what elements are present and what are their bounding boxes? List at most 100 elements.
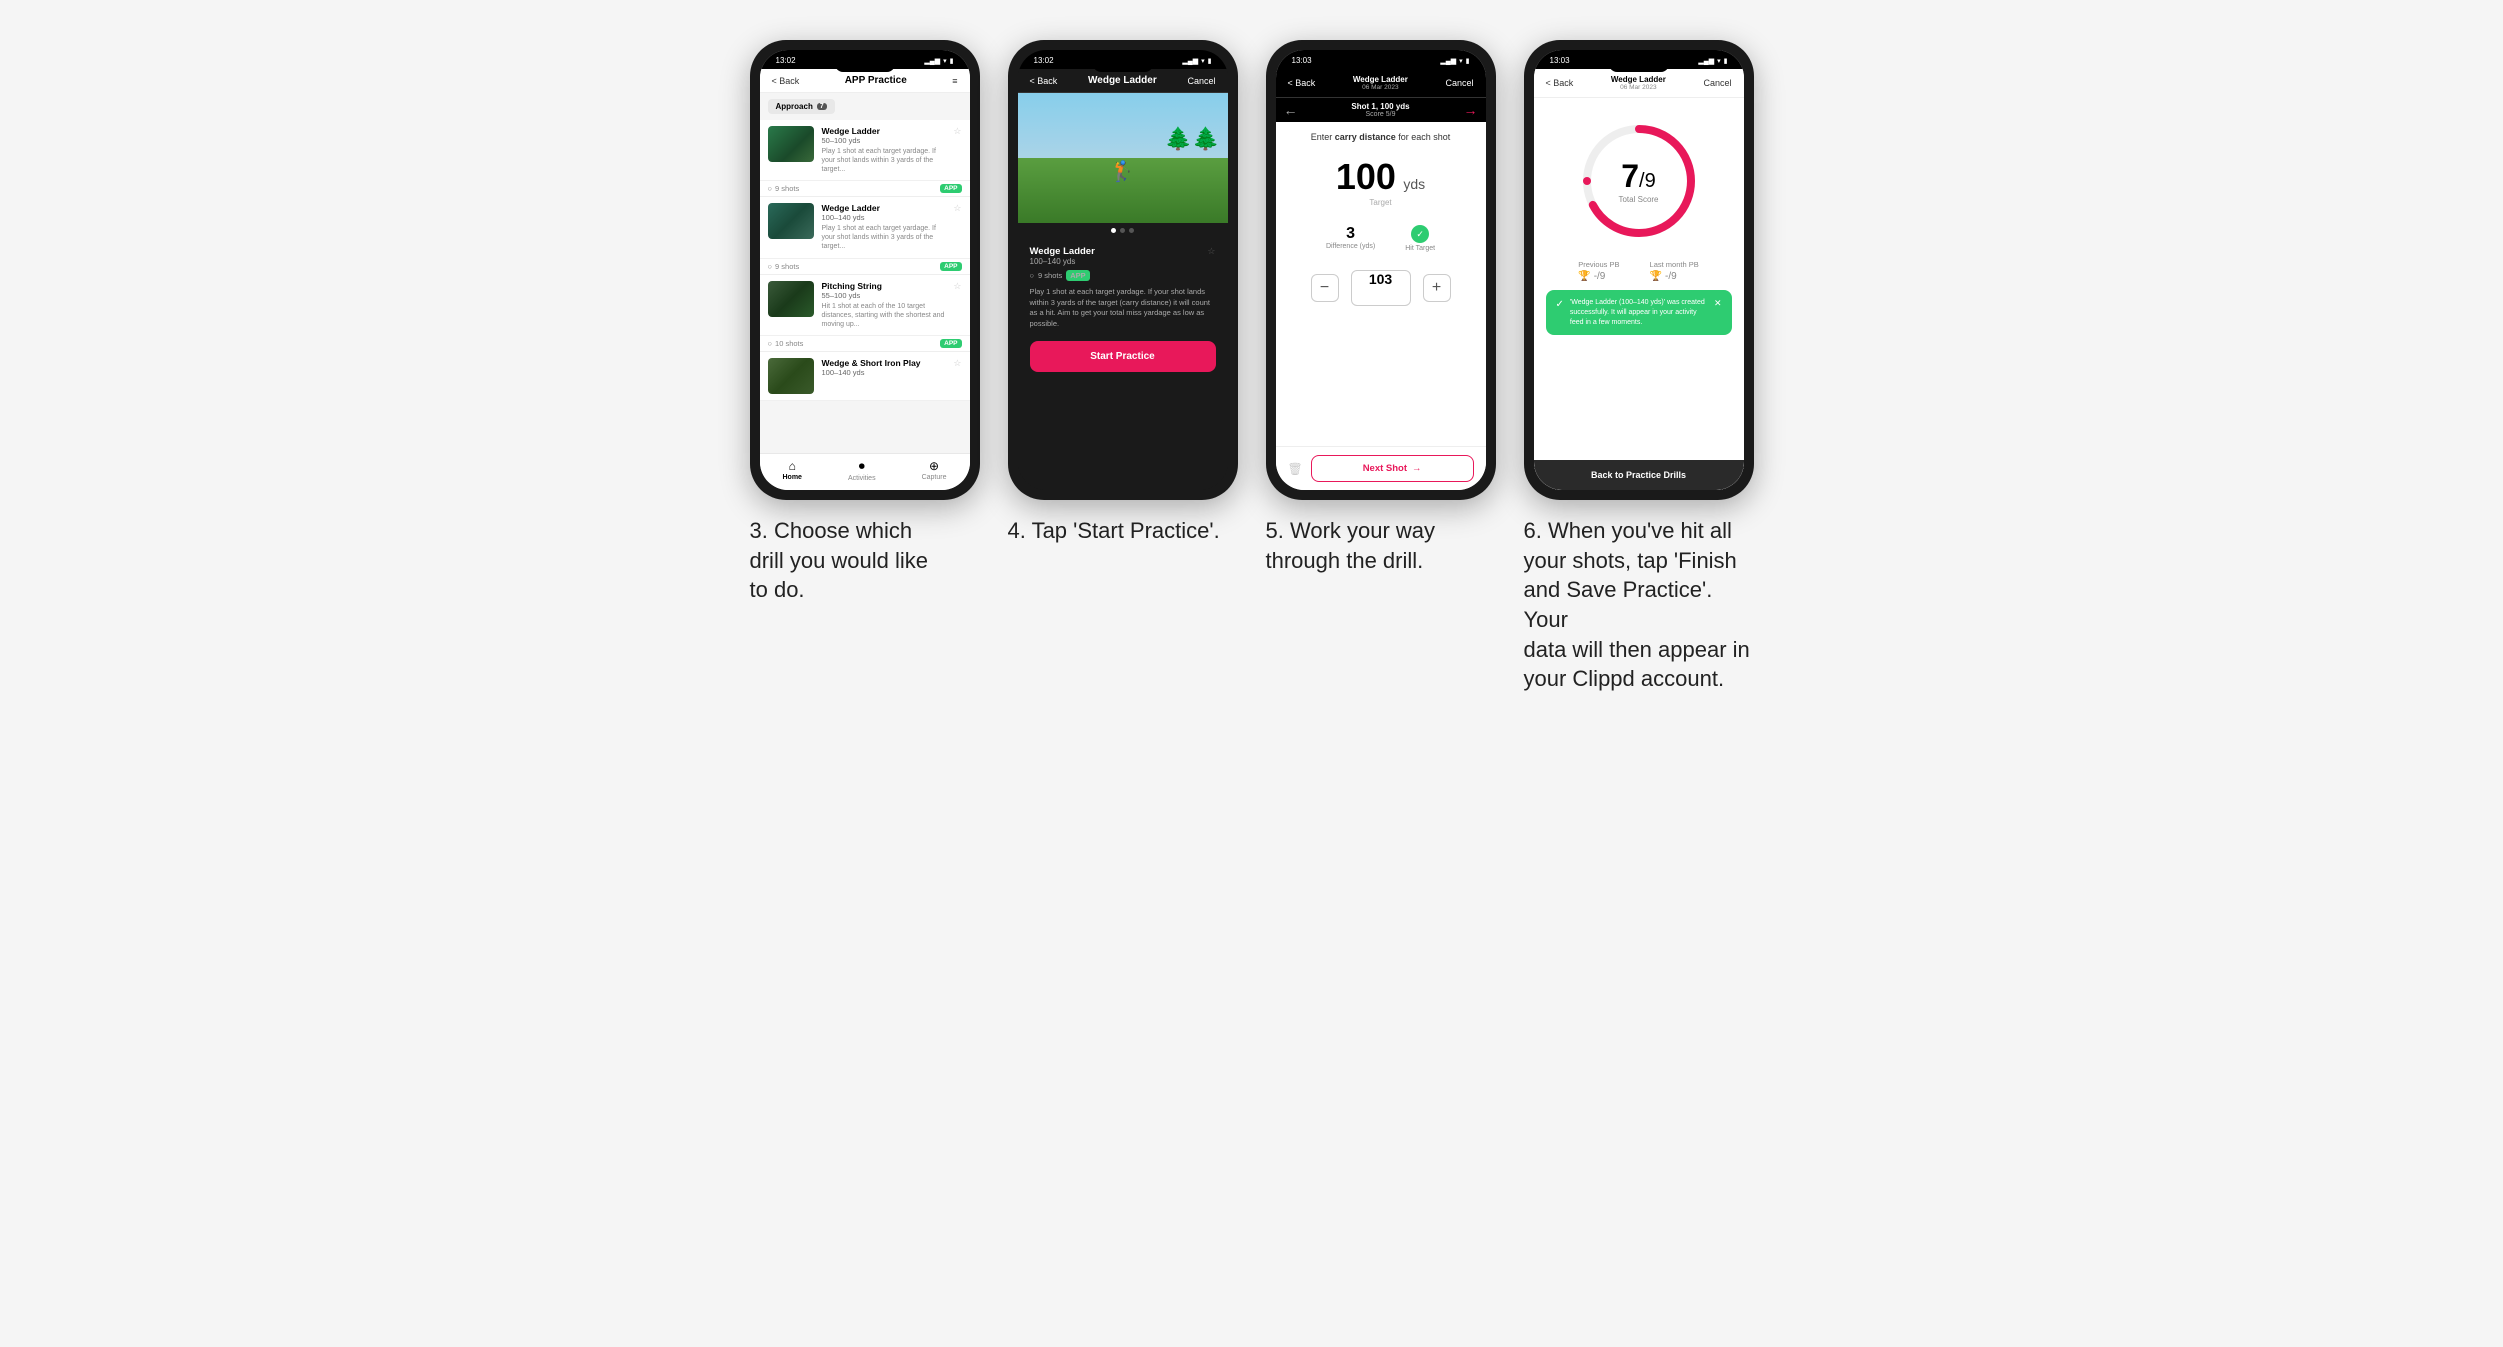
app-badge-detail: APP xyxy=(1066,270,1089,281)
drill-item-1[interactable]: Wedge Ladder 50–100 yds Play 1 shot at e… xyxy=(760,120,970,181)
phone-column-3: 13:03 ▂▄▆ ▾ ▮ < Back Wedge Ladder 06 Mar… xyxy=(1266,40,1496,575)
drill-item-4[interactable]: Wedge & Short Iron Play 100–140 yds ☆ xyxy=(760,352,970,401)
last-month-pb-value: -/9 xyxy=(1665,271,1677,282)
carry-instruction: Enter carry distance for each shot xyxy=(1276,122,1486,146)
nav-title-3-container: Wedge Ladder 06 Mar 2023 xyxy=(1353,75,1408,91)
image-dots xyxy=(1018,223,1228,238)
check-icon-toast: ✓ xyxy=(1556,299,1564,310)
start-practice-button[interactable]: Start Practice xyxy=(1030,341,1216,372)
detail-drill-range: 100–140 yds xyxy=(1030,257,1095,266)
caption-1: 3. Choose which drill you would like to … xyxy=(750,516,980,605)
caption-2: 4. Tap 'Start Practice'. xyxy=(1008,516,1238,546)
clock-icon-3: ○ xyxy=(768,339,773,348)
drill-item-3[interactable]: Pitching String 55–100 yds Hit 1 shot at… xyxy=(760,275,970,336)
home-icon: ⌂ xyxy=(789,459,796,473)
total-score-label: Total Score xyxy=(1618,195,1658,204)
star-icon-detail[interactable]: ☆ xyxy=(1207,246,1215,257)
detail-drill-name: Wedge Ladder xyxy=(1030,246,1095,257)
app-badge-3: APP xyxy=(940,339,961,348)
cancel-button-4[interactable]: Cancel xyxy=(1703,78,1731,88)
tab-home-label: Home xyxy=(783,474,802,481)
drill-range-2: 100–140 yds xyxy=(822,213,946,222)
increment-button[interactable]: + xyxy=(1423,274,1451,302)
drill-desc-3: Hit 1 shot at each of the 10 target dist… xyxy=(822,302,946,329)
delete-icon[interactable]: 🗑 xyxy=(1288,462,1303,476)
nav-bar-3: < Back Wedge Ladder 06 Mar 2023 Cancel xyxy=(1276,69,1486,98)
wifi-icon-4: ▾ xyxy=(1717,57,1721,65)
drill-thumb-3 xyxy=(768,281,814,317)
nav-title-2: Wedge Ladder xyxy=(1088,75,1157,86)
wifi-icon-2: ▾ xyxy=(1201,57,1205,65)
status-icons-3: ▂▄▆ ▾ ▮ xyxy=(1440,57,1469,65)
decrement-button[interactable]: − xyxy=(1311,274,1339,302)
phone-column-4: 13:03 ▂▄▆ ▾ ▮ < Back Wedge Ladder 06 Mar… xyxy=(1524,40,1754,694)
tab-activities[interactable]: ⏺ Activities xyxy=(848,459,876,482)
prev-pb-value: -/9 xyxy=(1594,271,1606,282)
next-shot-arrow: → xyxy=(1412,463,1422,474)
shots-count-3: 10 shots xyxy=(775,339,803,348)
nav-menu-1[interactable]: ≡ xyxy=(952,76,957,86)
next-arrow[interactable]: → xyxy=(1464,102,1478,118)
notch-3 xyxy=(1351,60,1411,72)
drill-info-2: Wedge Ladder 100–140 yds Play 1 shot at … xyxy=(822,203,946,251)
nav-title-4-container: Wedge Ladder 06 Mar 2023 xyxy=(1611,75,1666,91)
difference-label: Difference (yds) xyxy=(1326,243,1375,250)
caption-3: 5. Work your way through the drill. xyxy=(1266,516,1496,575)
shot-header: ← Shot 1, 100 yds Score 5/9 → xyxy=(1276,98,1486,122)
notch-2 xyxy=(1093,60,1153,72)
next-shot-button[interactable]: Next Shot → xyxy=(1311,455,1474,482)
last-month-pb-value-row: 🏆 -/9 xyxy=(1650,271,1699,282)
detail-description: Play 1 shot at each target yardage. If y… xyxy=(1030,287,1216,329)
back-button-1[interactable]: < Back xyxy=(772,76,800,86)
clock-icon-2: ○ xyxy=(768,262,773,271)
back-to-drills-button[interactable]: Back to Practice Drills xyxy=(1534,460,1744,490)
drill-footer-3: ○ 10 shots APP xyxy=(760,336,970,352)
signal-icon-2: ▂▄▆ xyxy=(1182,57,1198,65)
toast-message: 'Wedge Ladder (100–140 yds)' was created… xyxy=(1570,298,1708,327)
toast-close-button[interactable]: ✕ xyxy=(1714,298,1722,309)
dot-3 xyxy=(1129,228,1134,233)
star-icon-4[interactable]: ☆ xyxy=(953,358,961,369)
target-yds: 100 xyxy=(1336,156,1396,197)
success-toast: ✓ 'Wedge Ladder (100–140 yds)' was creat… xyxy=(1546,290,1732,335)
time-3: 13:03 xyxy=(1292,56,1312,65)
star-icon-3[interactable]: ☆ xyxy=(953,281,961,292)
star-icon-1[interactable]: ☆ xyxy=(953,126,961,137)
pb-row: Previous PB 🏆 -/9 Last month PB 🏆 xyxy=(1546,260,1732,282)
back-button-4[interactable]: < Back xyxy=(1546,78,1574,88)
battery-icon-4: ▮ xyxy=(1724,57,1728,65)
distance-input[interactable]: 103 xyxy=(1351,270,1411,306)
phone-1: 13:02 ▂▄▆ ▾ ▮ < Back APP Practice ≡ xyxy=(750,40,980,500)
back-button-3[interactable]: < Back xyxy=(1288,78,1316,88)
golf-course-image: 🏌️ 🌲🌲 xyxy=(1018,93,1228,223)
notch-1 xyxy=(835,60,895,72)
detail-name-range: Wedge Ladder 100–140 yds xyxy=(1030,246,1095,266)
category-label-1: Approach xyxy=(776,102,813,111)
app-badge-2: APP xyxy=(940,262,961,271)
hit-target-label: Hit Target xyxy=(1405,245,1435,252)
drill-desc-2: Play 1 shot at each target yardage. If y… xyxy=(822,224,946,251)
drill-item-2[interactable]: Wedge Ladder 100–140 yds Play 1 shot at … xyxy=(760,197,970,258)
input-row: − 103 + xyxy=(1276,270,1486,306)
tab-capture[interactable]: ⊕ Capture xyxy=(922,459,947,482)
time-4: 13:03 xyxy=(1550,56,1570,65)
back-button-2[interactable]: < Back xyxy=(1030,76,1058,86)
cancel-button-2[interactable]: Cancel xyxy=(1187,76,1215,86)
nav-title-4-line1: Wedge Ladder xyxy=(1611,75,1666,84)
nav-bar-4: < Back Wedge Ladder 06 Mar 2023 Cancel xyxy=(1534,69,1744,98)
prev-pb: Previous PB 🏆 -/9 xyxy=(1578,260,1619,282)
battery-icon: ▮ xyxy=(950,57,954,65)
last-month-pb-label: Last month PB xyxy=(1650,260,1699,269)
phones-row: 13:02 ▂▄▆ ▾ ▮ < Back APP Practice ≡ xyxy=(750,40,1754,694)
star-icon-2[interactable]: ☆ xyxy=(953,203,961,214)
cancel-button-3[interactable]: Cancel xyxy=(1445,78,1473,88)
prev-pb-value-row: 🏆 -/9 xyxy=(1578,271,1619,282)
status-bar-3: 13:03 ▂▄▆ ▾ ▮ xyxy=(1276,50,1486,69)
prev-arrow[interactable]: ← xyxy=(1284,102,1298,118)
tab-home[interactable]: ⌂ Home xyxy=(783,459,802,482)
drill-range-1: 50–100 yds xyxy=(822,136,946,145)
phone-3: 13:03 ▂▄▆ ▾ ▮ < Back Wedge Ladder 06 Mar… xyxy=(1266,40,1496,500)
hit-target-icon: ✓ xyxy=(1411,225,1429,243)
phone-column-2: 13:02 ▂▄▆ ▾ ▮ < Back Wedge Ladder Cancel xyxy=(1008,40,1238,546)
tab-activities-label: Activities xyxy=(848,475,876,482)
